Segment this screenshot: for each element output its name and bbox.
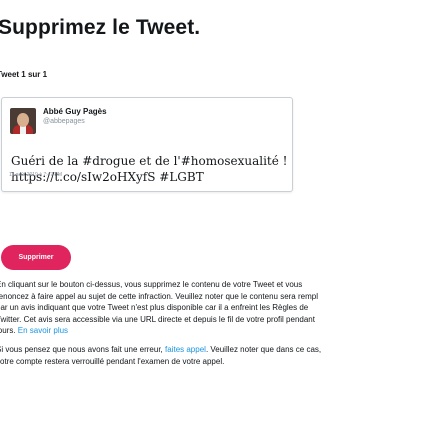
appeal-paragraph: Si vous pensez que nous avons fait une e… [0, 344, 440, 367]
appeal-link[interactable]: faites appel [165, 345, 206, 354]
page-title: Supprimez le Tweet. [0, 16, 201, 39]
tweet-date: 11 août 2019 à 7:47 PM [9, 172, 63, 178]
info-text: Si vous pensez que nous avons fait une e… [0, 345, 163, 354]
info-paragraph: En cliquant sur le bouton ci-dessus, vou… [0, 279, 440, 337]
delete-button[interactable]: Supprimer [1, 245, 71, 270]
avatar[interactable] [10, 108, 36, 134]
avatar-shirt [20, 126, 26, 134]
info-line: Si vous pensez que nous avons fait une e… [0, 344, 440, 356]
tweet-count: Tweet 1 sur 1 [0, 70, 48, 79]
info-text: jours. [0, 326, 16, 335]
tweet-text-line: Guéri de la #drogue et de l'#homosexuali… [11, 154, 288, 168]
info-line: Twitter. Cet avis sera accessible via un… [0, 314, 315, 324]
info-line: votre compte restera verrouillé pendant … [0, 356, 225, 366]
tweet-text: Guéri de la #drogue et de l'#homosexuali… [11, 153, 291, 185]
info-line: jours. En savoir plus [0, 325, 440, 337]
tweet-username[interactable]: @abbepages [43, 118, 85, 125]
info-line: renoncez à faire appel au sujet de cette… [0, 291, 318, 301]
info-line: par un avis indiquant que votre Tweet n'… [0, 303, 309, 312]
tweet-display-name[interactable]: Abbé Guy Pagès [43, 107, 107, 116]
info-text: . Veuillez noter que dans ce cas, [205, 345, 322, 354]
learn-more-link[interactable]: En savoir plus [18, 326, 68, 335]
avatar-face [17, 113, 29, 127]
info-line: En cliquant sur le bouton ci-dessus, vou… [0, 280, 303, 289]
